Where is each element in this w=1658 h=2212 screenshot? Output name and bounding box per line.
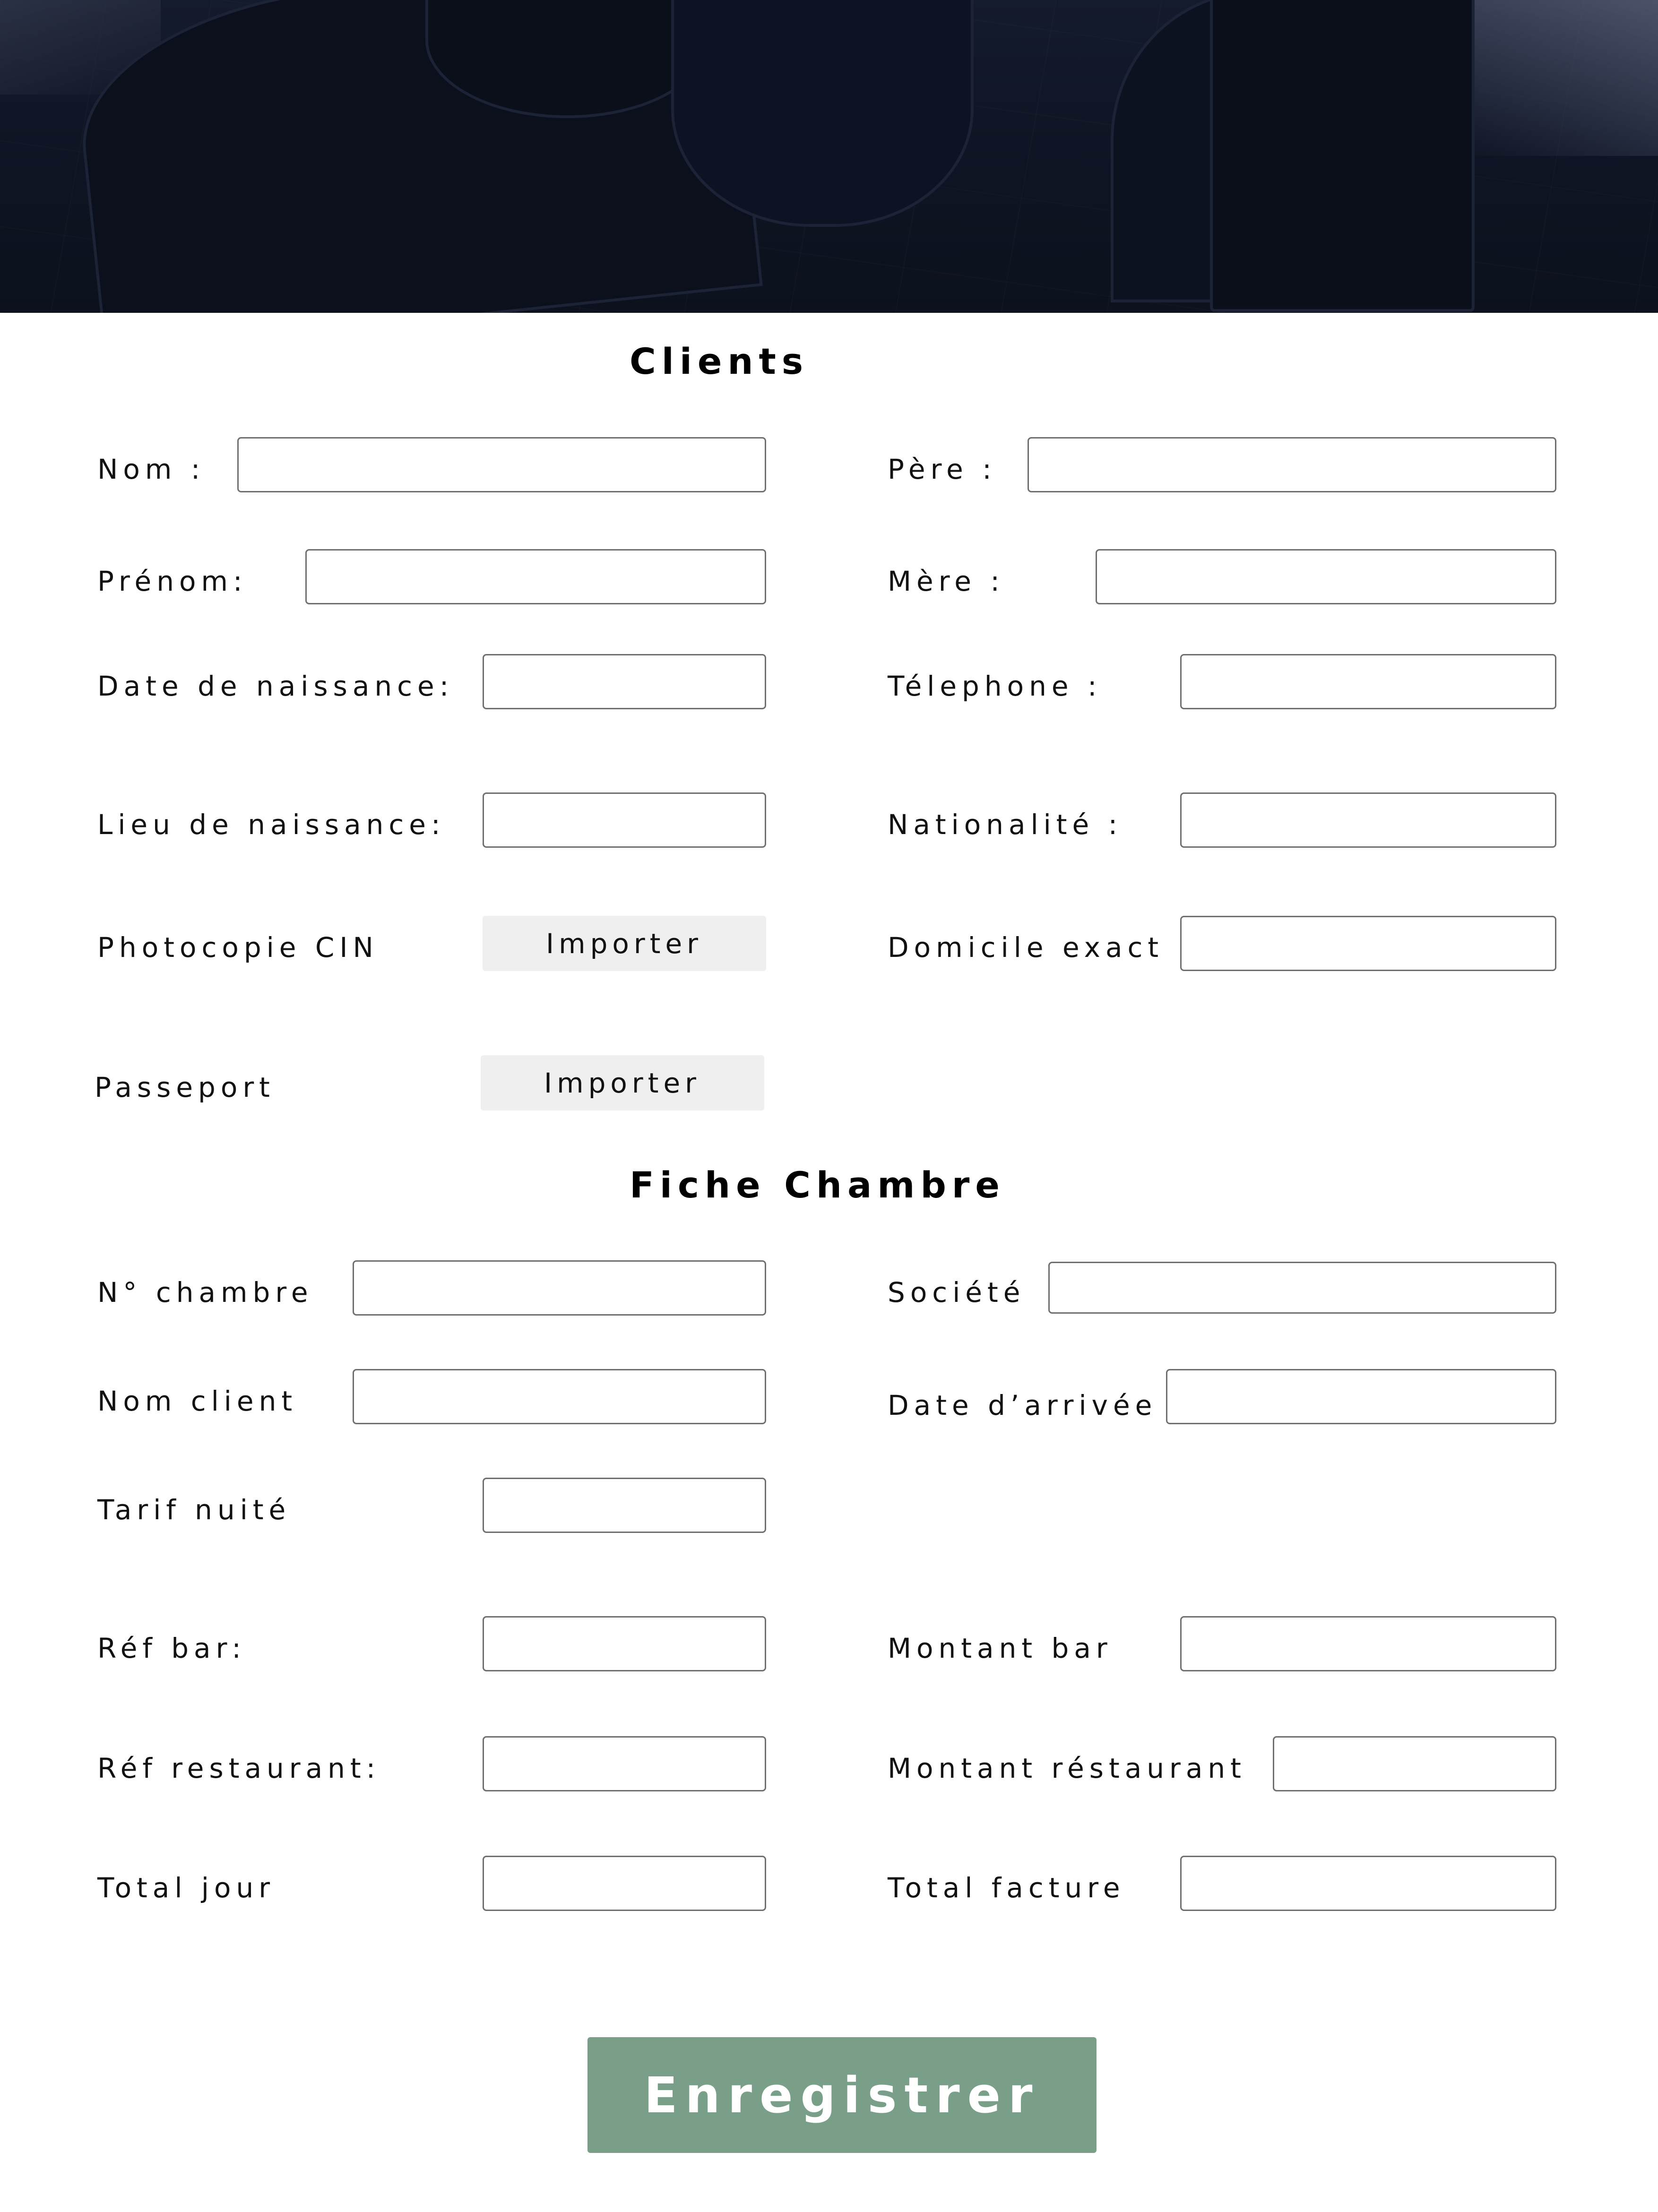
nationalite-label: Nationalité : bbox=[888, 809, 1123, 841]
chambre-section-title: Fiche Chambre bbox=[630, 1164, 1005, 1206]
hero-photo bbox=[0, 0, 1658, 313]
nom-client-label: Nom client bbox=[97, 1385, 298, 1417]
montant-restaurant-input[interactable] bbox=[1273, 1736, 1556, 1791]
prenom-input[interactable] bbox=[305, 549, 766, 604]
telephone-label: Télephone : bbox=[888, 670, 1102, 702]
ref-bar-input[interactable] bbox=[483, 1616, 766, 1671]
total-facture-label: Total facture bbox=[888, 1872, 1125, 1904]
montant-bar-input[interactable] bbox=[1180, 1616, 1556, 1671]
submit-button[interactable]: Enregistrer bbox=[587, 2037, 1097, 2153]
nationalite-input[interactable] bbox=[1180, 792, 1556, 848]
prenom-label: Prénom: bbox=[97, 565, 248, 597]
date-naissance-label: Date de naissance: bbox=[97, 670, 454, 702]
ref-bar-label: Réf bar: bbox=[97, 1632, 246, 1664]
lieu-naissance-input[interactable] bbox=[483, 792, 766, 848]
nom-input[interactable] bbox=[237, 437, 766, 492]
date-naissance-input[interactable] bbox=[483, 654, 766, 709]
passeport-import-button[interactable]: Importer bbox=[481, 1055, 764, 1110]
montant-restaurant-label: Montant réstaurant bbox=[888, 1752, 1246, 1784]
nom-label: Nom : bbox=[97, 453, 206, 485]
nom-client-input[interactable] bbox=[353, 1369, 766, 1424]
passeport-label: Passeport bbox=[95, 1071, 275, 1103]
telephone-input[interactable] bbox=[1180, 654, 1556, 709]
tarif-nuite-input[interactable] bbox=[483, 1478, 766, 1533]
total-jour-input[interactable] bbox=[483, 1856, 766, 1911]
numero-chambre-label: N° chambre bbox=[97, 1276, 313, 1308]
date-arrivee-label: Date d’arrivée bbox=[888, 1389, 1157, 1421]
pere-label: Père : bbox=[888, 453, 997, 485]
tarif-nuite-label: Tarif nuité bbox=[97, 1494, 291, 1526]
domicile-input[interactable] bbox=[1180, 916, 1556, 971]
hero-wall-right bbox=[1459, 0, 1658, 156]
total-facture-input[interactable] bbox=[1180, 1856, 1556, 1911]
montant-bar-label: Montant bar bbox=[888, 1632, 1113, 1664]
ref-restaurant-label: Réf restaurant: bbox=[97, 1752, 381, 1784]
societe-input[interactable] bbox=[1048, 1262, 1556, 1314]
domicile-label: Domicile exact bbox=[888, 931, 1164, 964]
clients-section-title: Clients bbox=[630, 340, 809, 382]
hero-chair bbox=[671, 0, 974, 227]
mere-label: Mère : bbox=[888, 565, 1005, 597]
total-jour-label: Total jour bbox=[97, 1872, 276, 1904]
photocopie-cin-label: Photocopie CIN bbox=[97, 931, 379, 964]
mere-input[interactable] bbox=[1096, 549, 1556, 604]
numero-chambre-input[interactable] bbox=[353, 1260, 766, 1316]
hero-chair bbox=[1210, 0, 1475, 312]
lieu-naissance-label: Lieu de naissance: bbox=[97, 809, 446, 841]
pere-input[interactable] bbox=[1028, 437, 1556, 492]
ref-restaurant-input[interactable] bbox=[483, 1736, 766, 1791]
societe-label: Société bbox=[888, 1276, 1026, 1308]
date-arrivee-input[interactable] bbox=[1166, 1369, 1556, 1424]
cin-import-button[interactable]: Importer bbox=[483, 916, 766, 971]
